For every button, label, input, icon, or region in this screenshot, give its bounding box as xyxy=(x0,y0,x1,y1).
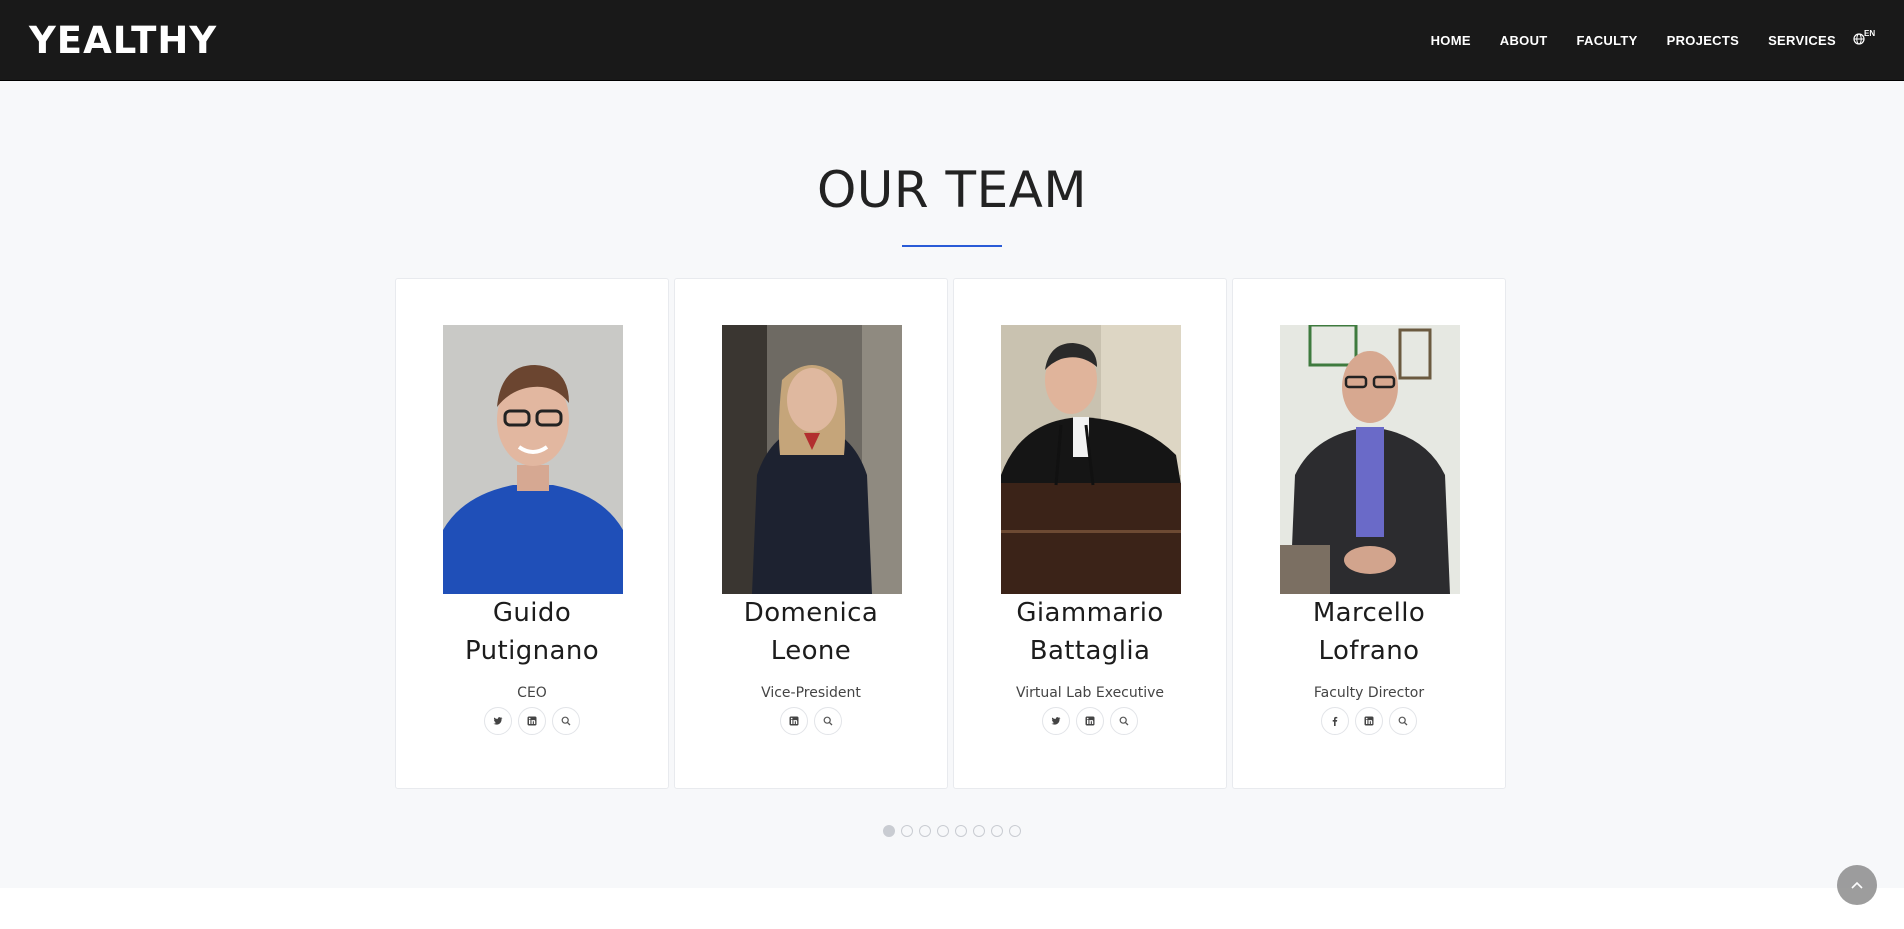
search-icon[interactable] xyxy=(814,707,842,735)
carousel-dot[interactable] xyxy=(955,825,967,837)
top-navbar: YEALTHY HOME ABOUT FACULTY PROJECTS SERV… xyxy=(0,0,1904,81)
member-name-line1: Guido xyxy=(492,598,572,628)
nav-faculty[interactable]: FACULTY xyxy=(1577,33,1638,49)
member-name-line1: Marcello xyxy=(1312,598,1426,628)
search-icon[interactable] xyxy=(552,707,580,735)
carousel-dot[interactable] xyxy=(991,825,1003,837)
search-icon[interactable] xyxy=(1389,707,1417,735)
member-socials xyxy=(396,707,668,735)
member-photo xyxy=(722,325,902,594)
member-photo xyxy=(443,325,623,594)
member-name: Domenica Leone xyxy=(675,594,947,670)
twitter-icon[interactable] xyxy=(1042,707,1070,735)
nav-about[interactable]: ABOUT xyxy=(1500,33,1548,49)
team-card: Giammario Battaglia Virtual Lab Executiv… xyxy=(953,278,1227,789)
linkedin-icon[interactable] xyxy=(1355,707,1383,735)
linkedin-icon[interactable] xyxy=(518,707,546,735)
member-socials xyxy=(1233,707,1505,735)
site-logo[interactable]: YEALTHY xyxy=(29,18,217,64)
member-socials xyxy=(954,707,1226,735)
member-photo xyxy=(1001,325,1181,594)
member-role: Vice-President xyxy=(761,685,861,701)
linkedin-icon[interactable] xyxy=(780,707,808,735)
carousel-dot[interactable] xyxy=(973,825,985,837)
language-code: EN xyxy=(1864,29,1876,38)
main-nav: HOME ABOUT FACULTY PROJECTS SERVICES xyxy=(1402,33,1836,49)
linkedin-icon[interactable] xyxy=(1076,707,1104,735)
member-photo xyxy=(1280,325,1460,594)
carousel-dot[interactable] xyxy=(1009,825,1021,837)
team-card: Marcello Lofrano Faculty Director xyxy=(1232,278,1506,789)
member-name-line1: Domenica xyxy=(743,598,879,628)
search-icon[interactable] xyxy=(1110,707,1138,735)
carousel-dot[interactable] xyxy=(883,825,895,837)
section-title: OUR TEAM xyxy=(816,161,1088,219)
team-card: Domenica Leone Vice-President xyxy=(674,278,948,789)
member-role: CEO xyxy=(517,685,547,701)
member-name-line1: Giammario xyxy=(1016,598,1164,628)
member-name-line2: Putignano xyxy=(464,636,600,666)
member-name: Giammario Battaglia xyxy=(954,594,1226,670)
nav-services[interactable]: SERVICES xyxy=(1768,33,1836,49)
nav-home[interactable]: HOME xyxy=(1431,33,1471,49)
next-section xyxy=(0,888,1904,929)
member-name-line2: Lofrano xyxy=(1318,636,1420,666)
member-socials xyxy=(675,707,947,735)
member-name: Guido Putignano xyxy=(396,594,668,670)
carousel-dot[interactable] xyxy=(937,825,949,837)
member-role: Virtual Lab Executive xyxy=(1015,685,1165,701)
twitter-icon[interactable] xyxy=(484,707,512,735)
carousel-pagination xyxy=(883,825,1021,837)
language-switcher[interactable]: EN xyxy=(1853,29,1877,51)
carousel-dot[interactable] xyxy=(919,825,931,837)
chevron-up-icon xyxy=(1851,881,1863,889)
scroll-to-top-button[interactable] xyxy=(1837,865,1877,905)
member-name-line2: Leone xyxy=(770,636,852,666)
member-name: Marcello Lofrano xyxy=(1233,594,1505,670)
team-card: Guido Putignano CEO xyxy=(395,278,669,789)
title-underline xyxy=(902,245,1002,247)
member-role: Faculty Director xyxy=(1313,685,1425,701)
nav-projects[interactable]: PROJECTS xyxy=(1667,33,1739,49)
facebook-icon[interactable] xyxy=(1321,707,1349,735)
carousel-dot[interactable] xyxy=(901,825,913,837)
member-name-line2: Battaglia xyxy=(1029,636,1151,666)
